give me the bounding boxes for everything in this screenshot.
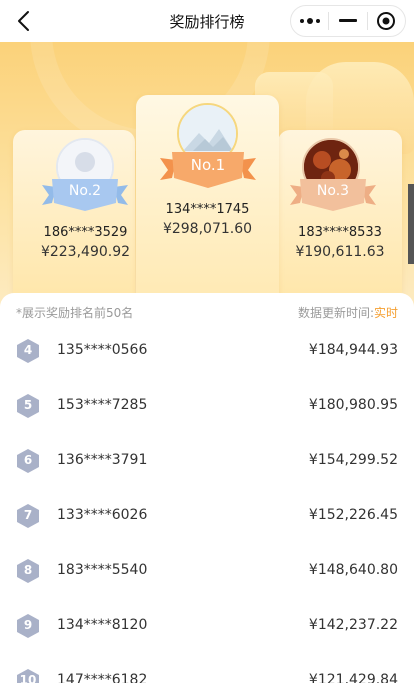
rank-badge-icon: 4 [16, 338, 40, 364]
podium-phone-first: 134****1745 [165, 202, 250, 217]
row-phone: 147****6182 [57, 672, 148, 683]
row-phone: 136****3791 [57, 452, 148, 468]
more-icon[interactable] [291, 6, 328, 36]
rank-number: 7 [23, 508, 33, 522]
rank-number: 9 [23, 618, 33, 632]
row-phone: 183****5540 [57, 562, 148, 578]
row-amount: ¥154,299.52 [308, 452, 398, 468]
rank-badge-icon: 10 [16, 668, 40, 683]
ranking-row[interactable]: 6 136****3791 ¥154,299.52 [0, 440, 414, 480]
row-amount: ¥184,944.93 [308, 342, 398, 358]
ranking-row[interactable]: 5 153****7285 ¥180,980.95 [0, 385, 414, 425]
ranking-row[interactable]: 9 134****8120 ¥142,237.22 [0, 605, 414, 645]
rank-badge-icon: 9 [16, 613, 40, 639]
update-value: 实时 [373, 306, 398, 320]
podium-phone-third: 183****8533 [298, 225, 382, 240]
rank-label: No.2 [68, 183, 102, 199]
rank-number: 5 [23, 398, 33, 412]
minimize-icon[interactable] [329, 6, 366, 36]
ranking-row[interactable]: 4 135****0566 ¥184,944.93 [0, 330, 414, 370]
rank-badge-icon: 5 [16, 393, 40, 419]
row-phone: 133****6026 [57, 507, 148, 523]
nav-bar: 奖励排行榜 [0, 0, 414, 42]
rank-badge-icon: 7 [16, 503, 40, 529]
ranking-row[interactable]: 8 183****5540 ¥148,640.80 [0, 550, 414, 590]
row-amount: ¥142,237.22 [308, 617, 398, 633]
list-hint: *展示奖励排名前50名 [16, 306, 134, 320]
rank-number: 8 [23, 563, 33, 577]
row-phone: 135****0566 [57, 342, 148, 358]
rank-number: 10 [19, 673, 37, 683]
podium-phone-second: 186****3529 [43, 225, 128, 240]
rank-number: 6 [23, 453, 33, 467]
rank-ribbon-first: No.1 [158, 148, 258, 194]
close-target-icon[interactable] [368, 6, 405, 36]
rank-ribbon-second: No.2 [40, 173, 130, 217]
row-amount: ¥148,640.80 [308, 562, 398, 578]
row-phone: 134****8120 [57, 617, 148, 633]
rank-label: No.1 [190, 156, 226, 174]
mini-program-capsule [290, 5, 406, 37]
rank-badge-icon: 6 [16, 448, 40, 474]
ranking-list-panel: *展示奖励排名前50名 数据更新时间:实时 4 135****0566 ¥184… [0, 293, 414, 683]
row-amount: ¥180,980.95 [308, 397, 398, 413]
row-amount: ¥121,429.84 [308, 672, 398, 683]
rank-ribbon-third: No.3 [288, 173, 378, 217]
podium-amount-third: ¥190,611.63 [295, 244, 385, 260]
update-time: 数据更新时间:实时 [298, 304, 398, 321]
rank-label: No.3 [316, 183, 350, 199]
row-amount: ¥152,226.45 [308, 507, 398, 523]
rank-badge-icon: 8 [16, 558, 40, 584]
update-label: 数据更新时间: [297, 306, 374, 320]
ranking-row[interactable]: 7 133****6026 ¥152,226.45 [0, 495, 414, 535]
podium-amount-second: ¥223,490.92 [40, 244, 131, 260]
ranking-row[interactable]: 10 147****6182 ¥121,429.84 [0, 660, 414, 683]
row-phone: 153****7285 [57, 397, 148, 413]
rank-number: 4 [23, 343, 33, 357]
